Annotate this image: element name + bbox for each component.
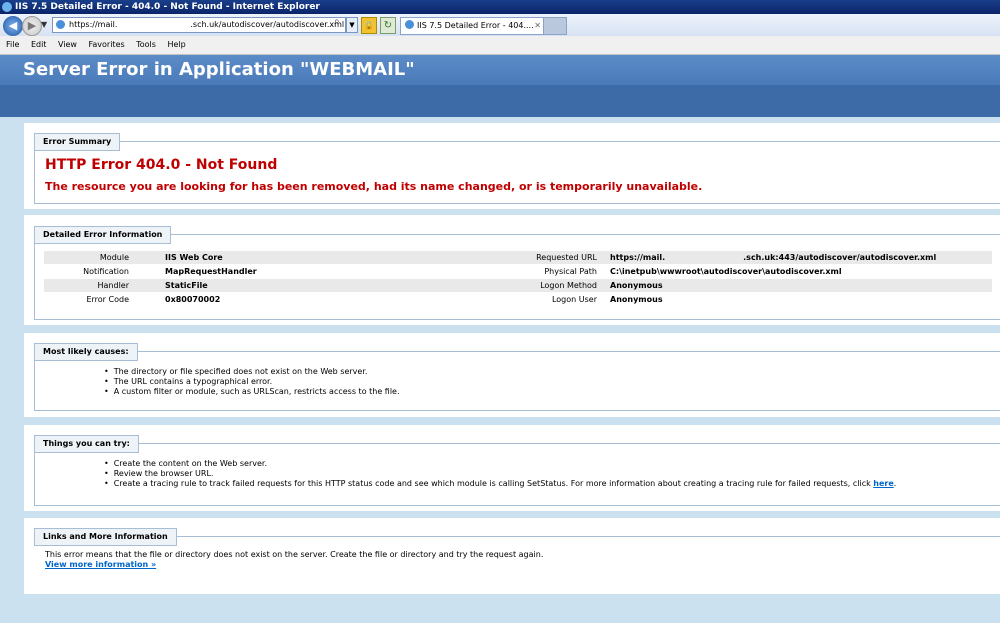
detailed-error-legend: Detailed Error Information: [34, 226, 172, 244]
search-icon[interactable]: ⌕: [334, 16, 340, 27]
window-title-bar: IIS 7.5 Detailed Error - 404.0 - Not Fou…: [0, 0, 1000, 14]
error-title: HTTP Error 404.0 - Not Found: [45, 157, 278, 173]
detailed-error-panel: Detailed Error Information Module IIS We…: [24, 215, 1000, 325]
back-arrow-icon[interactable]: ◀: [3, 16, 23, 36]
list-item: A custom filter or module, such as URLSc…: [104, 387, 400, 397]
menu-favorites[interactable]: Favorites: [89, 40, 125, 49]
menu-edit[interactable]: Edit: [31, 40, 47, 49]
address-url-suffix: .sch.uk/autodiscover/autodiscover.xml: [190, 20, 345, 29]
error-message: The resource you are looking for has bee…: [45, 180, 703, 193]
forward-arrow-icon[interactable]: ▶: [22, 16, 42, 36]
history-dropdown-icon[interactable]: ▼: [41, 20, 47, 29]
window-title: IIS 7.5 Detailed Error - 404.0 - Not Fou…: [15, 2, 320, 12]
detail-row-handler: Handler StaticFile: [44, 279, 469, 292]
detail-row-module: Module IIS Web Core: [44, 251, 469, 264]
refresh-icon[interactable]: ↻: [380, 17, 396, 34]
page-header: Server Error in Application "WEBMAIL": [0, 55, 1000, 85]
close-tab-icon[interactable]: ✕: [534, 18, 541, 34]
page-icon: [56, 20, 65, 29]
detail-row-requested-url: Requested URL https://mail. .sch.uk:443/a…: [467, 251, 992, 264]
ie-logo-icon: [2, 2, 12, 12]
detail-row-physical-path: Physical Path C:\inetpub\wwwroot\autodis…: [544, 267, 842, 276]
address-bar[interactable]: https://mail. .sch.uk/autodiscover/autodi…: [52, 17, 346, 33]
menu-view[interactable]: View: [58, 40, 77, 49]
error-summary-panel: Error Summary HTTP Error 404.0 - Not Fou…: [24, 123, 1000, 209]
likely-causes-list: The directory or file specified does not…: [104, 367, 400, 397]
error-summary-legend: Error Summary: [34, 133, 121, 151]
address-url-prefix: https://mail.: [69, 20, 118, 29]
tab-page-icon: [405, 20, 414, 29]
navigation-bar: ◀ ▶ ▼ https://mail. .sch.uk/autodiscover/…: [0, 14, 1000, 36]
header-band: [0, 85, 1000, 117]
links-info-text: This error means that the file or direct…: [45, 550, 544, 559]
detail-row-logon-method: Logon Method Anonymous: [467, 279, 992, 292]
things-to-try-list: Create the content on the Web server. Re…: [104, 459, 897, 489]
menu-help[interactable]: Help: [167, 40, 185, 49]
links-info-legend: Links and More Information: [34, 528, 177, 546]
things-to-try-legend: Things you can try:: [34, 435, 139, 453]
links-info-panel: Links and More Information This error me…: [24, 518, 1000, 594]
lock-icon[interactable]: 🔒: [361, 17, 377, 34]
likely-causes-legend: Most likely causes:: [34, 343, 138, 361]
detail-row-error-code: Error Code 0x80070002: [86, 295, 221, 304]
likely-causes-panel: Most likely causes: The directory or fil…: [24, 333, 1000, 417]
list-item: Create a tracing rule to track failed re…: [104, 479, 897, 489]
view-more-information-link[interactable]: View more information »: [45, 560, 156, 569]
browser-tab[interactable]: IIS 7.5 Detailed Error - 404.... ✕: [400, 17, 545, 35]
menu-bar: File Edit View Favorites Tools Help: [0, 36, 1000, 55]
detail-row-notification: Notification MapRequestHandler: [83, 267, 257, 276]
menu-tools[interactable]: Tools: [136, 40, 156, 49]
address-dropdown-icon[interactable]: ▼: [346, 17, 358, 33]
things-to-try-panel: Things you can try: Create the content o…: [24, 425, 1000, 511]
menu-file[interactable]: File: [6, 40, 19, 49]
new-tab-button[interactable]: [543, 17, 567, 35]
here-link[interactable]: here: [873, 479, 894, 488]
list-item: Create the content on the Web server.: [104, 459, 896, 469]
list-item: The directory or file specified does not…: [104, 367, 400, 377]
list-item: The URL contains a typographical error.: [104, 377, 400, 387]
page-title: Server Error in Application "WEBMAIL": [23, 59, 415, 80]
detail-row-logon-user: Logon User Anonymous: [551, 295, 663, 304]
list-item: Review the browser URL.: [104, 469, 896, 479]
tab-label: IIS 7.5 Detailed Error - 404....: [417, 21, 534, 30]
